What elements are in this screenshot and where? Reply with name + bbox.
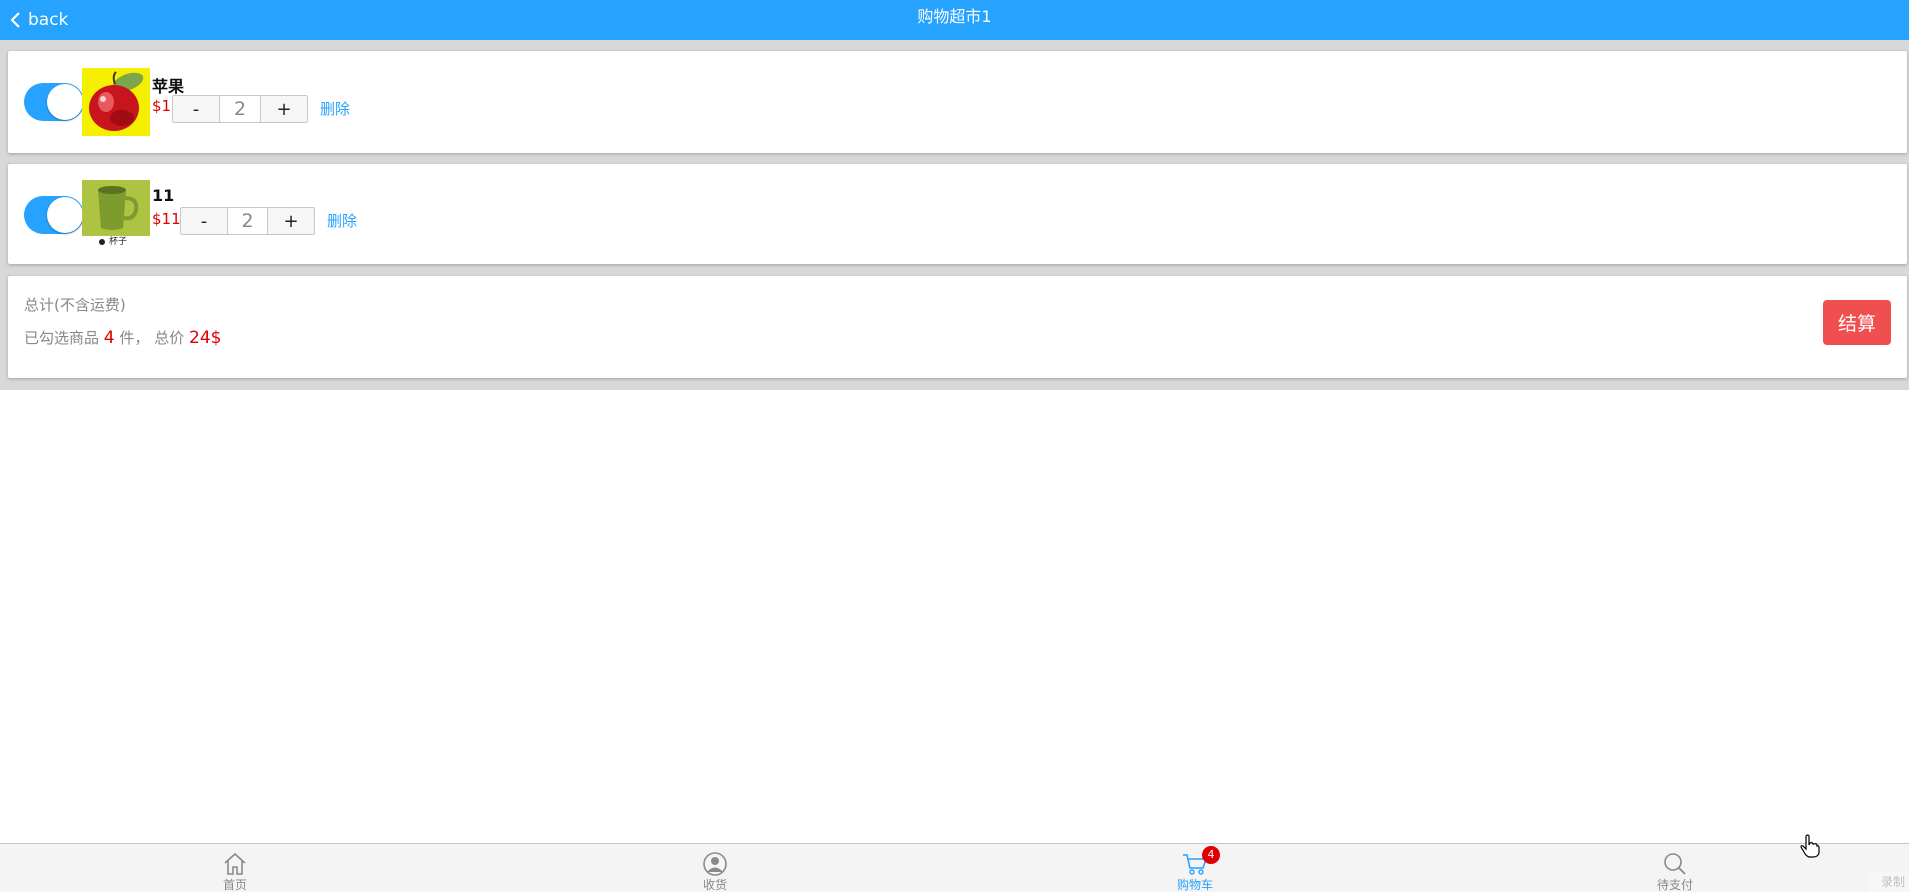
item-price: $11	[152, 210, 181, 228]
watermark-label: 录制	[1869, 872, 1909, 892]
user-icon	[702, 852, 728, 876]
tab-label: 购物车	[1135, 876, 1255, 893]
increase-button[interactable]: +	[268, 208, 314, 234]
decrease-button[interactable]: -	[181, 208, 227, 234]
quantity-value[interactable]: 2	[219, 96, 261, 122]
product-image-cup: 杯子	[82, 180, 150, 250]
search-icon	[1662, 852, 1688, 876]
total-label: 总计(不含运费)	[24, 294, 126, 315]
page-title: 购物超市1	[0, 0, 1909, 40]
decrease-button[interactable]: -	[173, 96, 219, 122]
cart-content: 苹果 $1 - 2 + 删除 杯子 11 $11	[0, 40, 1909, 390]
quantity-value[interactable]: 2	[227, 208, 268, 234]
hand-cursor-icon	[1800, 834, 1820, 858]
total-price: 24$	[189, 328, 221, 348]
tab-cart[interactable]: 4 购物车	[1135, 844, 1255, 893]
toggle-knob	[47, 84, 83, 120]
tab-label: 首页	[175, 876, 295, 893]
header-bar: back 购物超市1	[0, 0, 1909, 40]
item-price: $1	[152, 97, 171, 115]
select-toggle[interactable]	[24, 196, 84, 234]
product-image-apple	[82, 68, 150, 136]
checkout-button[interactable]: 结算	[1823, 300, 1891, 345]
cart-badge: 4	[1202, 846, 1220, 864]
tab-label: 收货	[655, 876, 775, 893]
toggle-knob	[47, 197, 83, 233]
quantity-stepper: - 2 +	[172, 95, 308, 123]
price-prefix: 总价	[154, 329, 184, 347]
home-icon	[222, 852, 248, 876]
tab-pending-payment[interactable]: 待支付	[1615, 844, 1735, 893]
selected-unit: 件，	[119, 329, 149, 347]
tab-receive[interactable]: 收货	[655, 844, 775, 893]
cart-icon: 4	[1182, 852, 1208, 876]
product-image-caption: 杯子	[109, 237, 127, 248]
select-toggle[interactable]	[24, 83, 84, 121]
cart-item-apple: 苹果 $1 - 2 + 删除	[8, 51, 1907, 153]
cart-total-panel: 总计(不含运费) 已勾选商品 4 件， 总价 24$ 结算	[8, 276, 1907, 378]
tab-home[interactable]: 首页	[175, 844, 295, 893]
item-name: 苹果	[152, 73, 184, 97]
cart-item-cup: 杯子 11 $11 - 2 + 删除	[8, 164, 1907, 264]
selected-prefix: 已勾选商品	[24, 329, 99, 347]
delete-link[interactable]: 删除	[327, 210, 357, 231]
total-summary: 已勾选商品 4 件， 总价 24$	[24, 327, 221, 348]
tab-label: 待支付	[1615, 876, 1735, 893]
item-name: 11	[152, 186, 174, 205]
increase-button[interactable]: +	[261, 96, 307, 122]
delete-link[interactable]: 删除	[320, 98, 350, 119]
quantity-stepper: - 2 +	[180, 207, 315, 235]
bottom-tabbar: 首页 收货 4 购物车 待支付	[0, 843, 1909, 892]
selected-count: 4	[104, 328, 115, 348]
